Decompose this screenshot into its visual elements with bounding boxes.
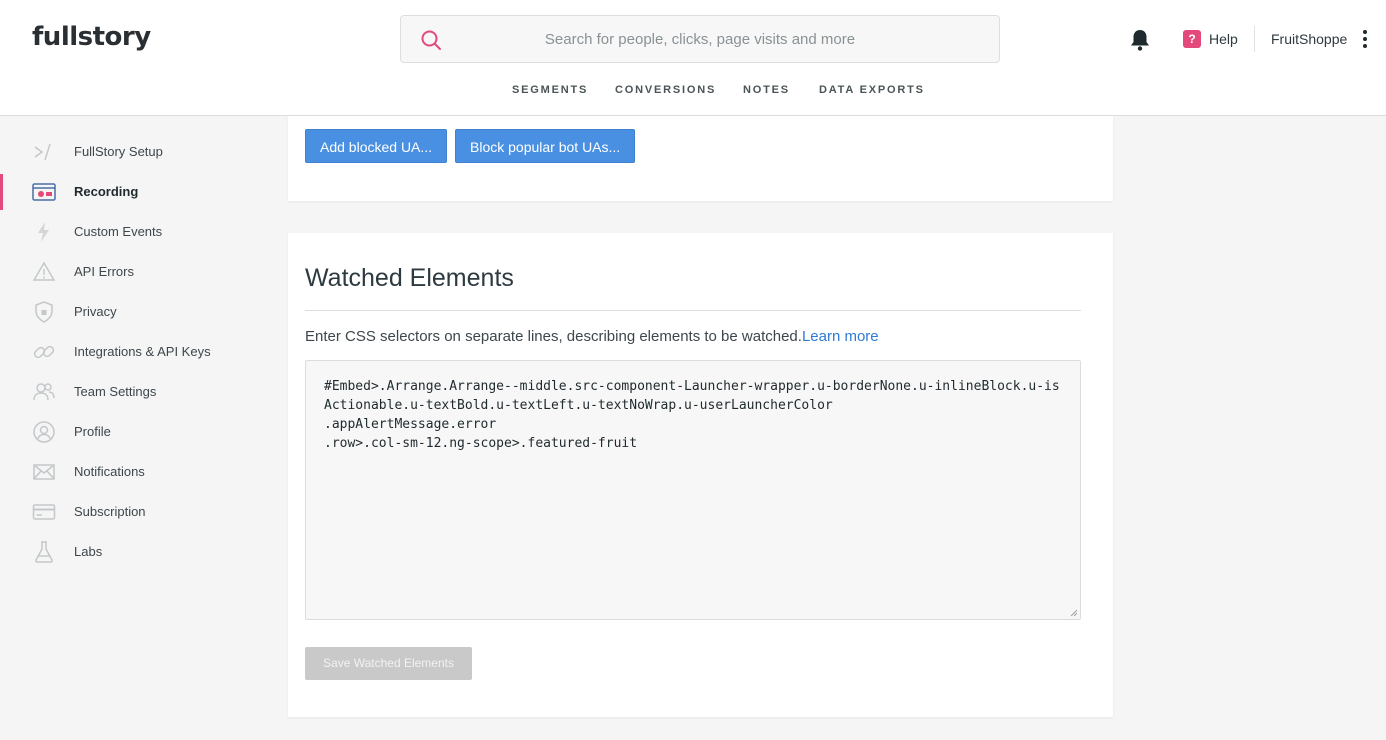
more-options-icon[interactable] (1358, 28, 1372, 50)
card-icon (32, 504, 56, 520)
section-description: Enter CSS selectors on separate lines, d… (305, 328, 879, 345)
fullstory-logo[interactable]: fullstory (32, 22, 151, 52)
team-icon (33, 383, 55, 401)
link-icon (33, 345, 55, 359)
block-popular-bots-button[interactable]: Block popular bot UAs... (455, 129, 636, 163)
nav-notes[interactable]: NOTES (743, 84, 790, 96)
sidebar-item-fullstory-setup[interactable]: FullStory Setup (0, 132, 288, 172)
help-link[interactable]: ? Help (1183, 30, 1238, 48)
org-name[interactable]: FruitShoppe (1271, 31, 1347, 47)
add-blocked-ua-button[interactable]: Add blocked UA... (305, 129, 448, 163)
sidebar-item-integrations[interactable]: Integrations & API Keys (0, 332, 288, 372)
nav-segments[interactable]: SEGMENTS (512, 84, 588, 96)
recording-icon (32, 183, 56, 201)
flask-icon (35, 541, 53, 563)
sidebar-item-label: Privacy (74, 304, 117, 319)
section-title: Watched Elements (305, 264, 514, 292)
nav-conversions[interactable]: CONVERSIONS (615, 84, 716, 96)
sidebar-item-label: Profile (74, 424, 111, 439)
sidebar-item-label: API Errors (74, 264, 134, 279)
selector-line: .appAlertMessage.error (324, 417, 497, 432)
selector-line: #Embed>.Arrange.Arrange--middle.src-comp… (324, 379, 1060, 413)
sidebar-item-recording[interactable]: Recording (0, 172, 288, 212)
save-watched-elements-button[interactable]: Save Watched Elements (305, 647, 472, 680)
selector-line: .row>.col-sm-12.ng-scope>.featured-fruit (324, 436, 638, 451)
header-divider (1254, 26, 1255, 52)
sidebar-item-profile[interactable]: Profile (0, 412, 288, 452)
bell-icon[interactable] (1129, 28, 1151, 52)
sidebar-item-api-errors[interactable]: API Errors (0, 252, 288, 292)
help-icon: ? (1183, 30, 1201, 48)
shield-icon (35, 301, 53, 323)
blocked-ua-card: Add blocked UA... Block popular bot UAs.… (288, 116, 1113, 201)
user-icon (33, 421, 55, 443)
mail-icon (33, 464, 55, 480)
sidebar-item-label: Custom Events (74, 224, 163, 239)
sidebar-item-label: Labs (74, 544, 103, 559)
sidebar-item-labs[interactable]: Labs (0, 532, 288, 572)
learn-more-link[interactable]: Learn more (802, 328, 879, 345)
watched-elements-card: Watched Elements Enter CSS selectors on … (288, 233, 1113, 717)
warning-icon (32, 261, 56, 281)
sidebar-item-team-settings[interactable]: Team Settings (0, 372, 288, 412)
sidebar-item-label: Notifications (74, 464, 145, 479)
settings-sidebar: FullStory Setup Recording Custom Events … (0, 117, 288, 740)
resize-handle-icon[interactable] (1070, 609, 1078, 617)
sidebar-item-notifications[interactable]: Notifications (0, 452, 288, 492)
sidebar-item-label: FullStory Setup (74, 144, 163, 159)
search-placeholder[interactable]: Search for people, clicks, page visits a… (401, 31, 999, 48)
sidebar-item-privacy[interactable]: Privacy (0, 292, 288, 332)
help-label: Help (1209, 31, 1238, 47)
sidebar-item-label: Team Settings (74, 384, 157, 399)
description-text: Enter CSS selectors on separate lines, d… (305, 328, 802, 345)
nav-data-exports[interactable]: DATA EXPORTS (819, 84, 925, 96)
divider (305, 310, 1081, 311)
watched-selectors-textarea[interactable]: #Embed>.Arrange.Arrange--middle.src-comp… (305, 360, 1081, 620)
code-icon (34, 143, 51, 161)
sidebar-item-label: Subscription (74, 504, 146, 519)
sidebar-item-label: Integrations & API Keys (74, 344, 211, 359)
sidebar-item-subscription[interactable]: Subscription (0, 492, 288, 532)
bolt-icon (38, 222, 49, 242)
sidebar-item-custom-events[interactable]: Custom Events (0, 212, 288, 252)
top-header: fullstory Search for people, clicks, pag… (0, 0, 1386, 116)
sidebar-item-label: Recording (74, 184, 139, 199)
search-box[interactable]: Search for people, clicks, page visits a… (400, 15, 1000, 63)
